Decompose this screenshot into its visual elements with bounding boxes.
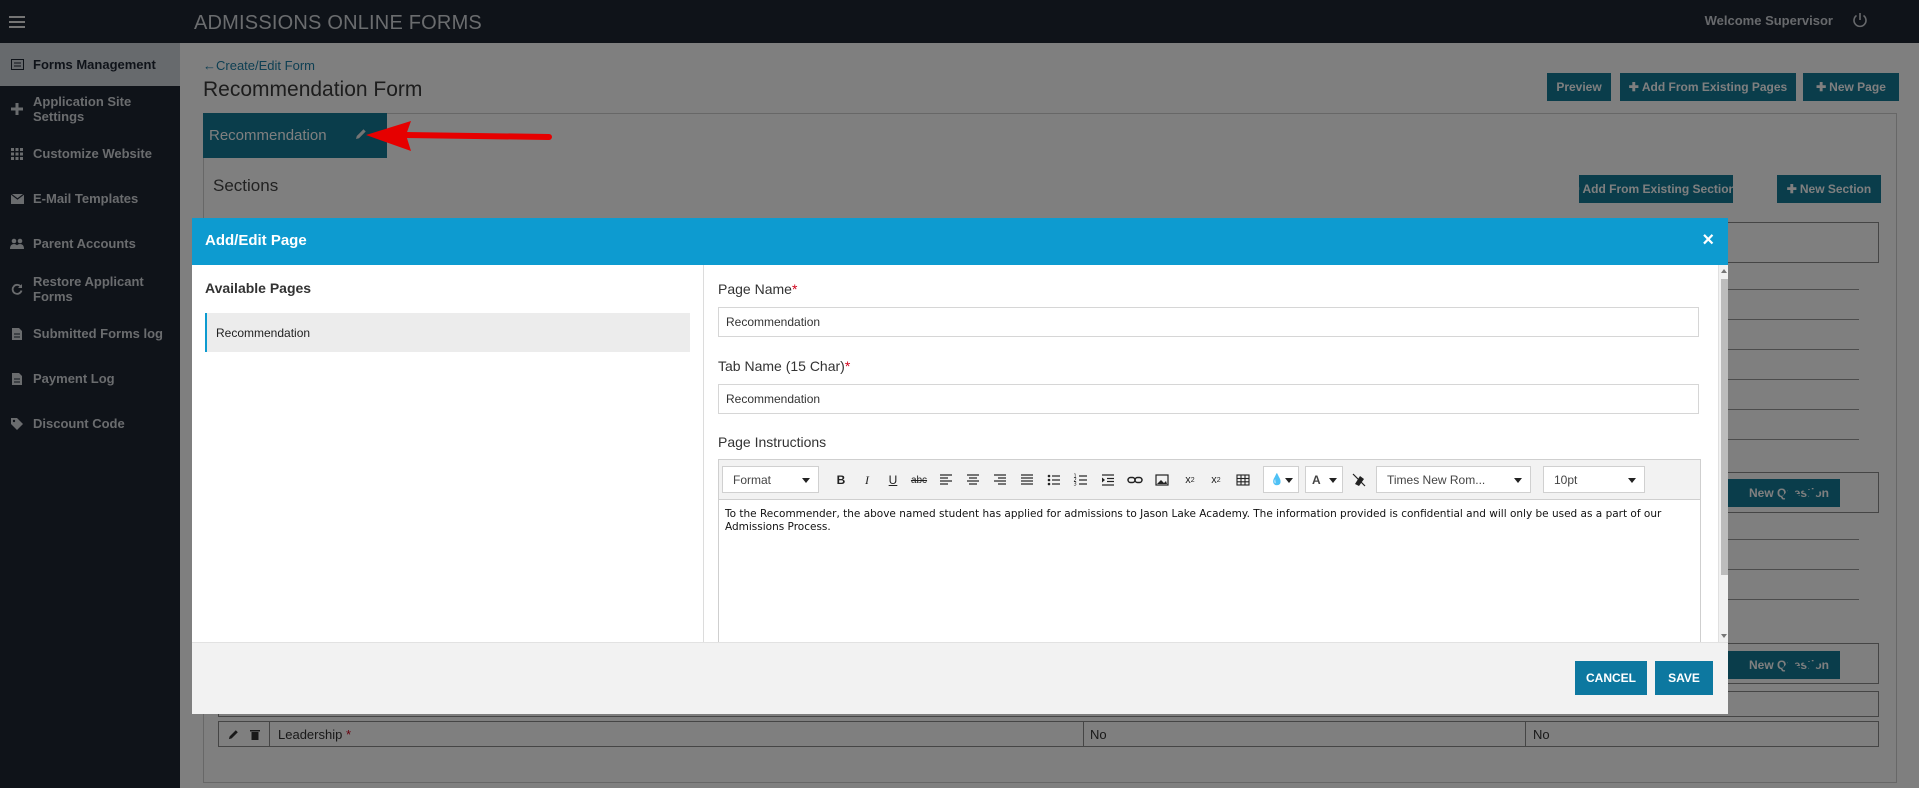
superscript-icon[interactable]: x2 — [1206, 470, 1226, 490]
svg-text:3: 3 — [1074, 482, 1077, 488]
page-name-input[interactable]: Recommendation — [718, 307, 1699, 337]
annotation-arrow-icon — [366, 121, 552, 151]
scrollbar-thumb[interactable] — [1721, 279, 1728, 575]
font-size-dropdown[interactable]: 10pt — [1543, 466, 1645, 493]
dropdown-value: 10pt — [1554, 472, 1578, 487]
modal-footer: CANCEL SAVE — [192, 642, 1728, 714]
indent-icon[interactable] — [1098, 470, 1118, 490]
close-icon[interactable]: × — [1702, 229, 1714, 252]
clear-formatting-icon[interactable] — [1349, 470, 1369, 490]
modal-title: Add/Edit Page — [205, 232, 307, 249]
text-color-dropdown[interactable]: A — [1305, 466, 1343, 493]
background-color-dropdown[interactable]: 💧 — [1263, 466, 1299, 493]
droplet-icon: 💧 — [1270, 474, 1284, 486]
dropdown-value: Times New Rom... — [1387, 472, 1486, 487]
font-family-dropdown[interactable]: Times New Rom... — [1376, 466, 1531, 493]
rich-text-editor: Format B I U abc 123 x2 x2 💧 A Times New… — [718, 459, 1701, 642]
page-form-panel: Page Name* Recommendation Tab Name (15 C… — [705, 265, 1718, 642]
image-icon[interactable] — [1152, 470, 1172, 490]
strikethrough-icon[interactable]: abc — [909, 470, 929, 490]
chevron-down-icon — [802, 478, 810, 483]
italic-icon[interactable]: I — [857, 470, 877, 490]
align-center-icon[interactable] — [963, 470, 983, 490]
page-name-label: Page Name* — [718, 281, 797, 297]
add-edit-page-modal: Add/Edit Page × Available Pages Recommen… — [192, 218, 1728, 714]
numbered-list-icon[interactable]: 123 — [1071, 470, 1091, 490]
dropdown-value: Format — [733, 472, 772, 487]
text-color-letter: A — [1312, 472, 1321, 487]
subscript-icon[interactable]: x2 — [1180, 470, 1200, 490]
page-instructions-label: Page Instructions — [718, 434, 827, 450]
scroll-up-icon[interactable] — [1721, 269, 1727, 273]
align-justify-icon[interactable] — [1017, 470, 1037, 490]
instructions-editor-area[interactable]: To the Recommender, the above named stud… — [719, 501, 1700, 642]
modal-scrollbar[interactable] — [1718, 265, 1728, 642]
chevron-down-icon — [1285, 478, 1293, 483]
tab-name-input[interactable]: Recommendation — [718, 384, 1699, 414]
chevron-down-icon — [1329, 478, 1337, 483]
available-pages-heading: Available Pages — [205, 280, 312, 296]
link-icon[interactable] — [1125, 470, 1145, 490]
format-dropdown[interactable]: Format — [722, 466, 819, 493]
align-left-icon[interactable] — [936, 470, 956, 490]
editor-toolbar: Format B I U abc 123 x2 x2 💧 A Times New… — [719, 460, 1700, 500]
cancel-button[interactable]: CANCEL — [1575, 661, 1647, 695]
table-icon[interactable] — [1233, 470, 1253, 490]
underline-icon[interactable]: U — [883, 470, 903, 490]
save-button[interactable]: SAVE — [1655, 661, 1713, 695]
label-text: Page Name — [718, 281, 792, 297]
bullet-list-icon[interactable] — [1044, 470, 1064, 490]
tab-name-label: Tab Name (15 Char)* — [718, 358, 850, 374]
scroll-down-icon[interactable] — [1721, 634, 1727, 638]
chevron-down-icon — [1514, 478, 1522, 483]
bold-icon[interactable]: B — [831, 470, 851, 490]
label-text: Tab Name (15 Char) — [718, 358, 845, 374]
available-pages-panel: Available Pages Recommendation — [192, 265, 704, 642]
modal-body: Available Pages Recommendation Page Name… — [192, 265, 1728, 642]
modal-header: Add/Edit Page × — [192, 218, 1728, 265]
required-mark: * — [791, 281, 798, 297]
chevron-down-icon — [1628, 478, 1636, 483]
required-mark: * — [844, 358, 851, 374]
align-right-icon[interactable] — [990, 470, 1010, 490]
available-page-item[interactable]: Recommendation — [205, 313, 690, 352]
